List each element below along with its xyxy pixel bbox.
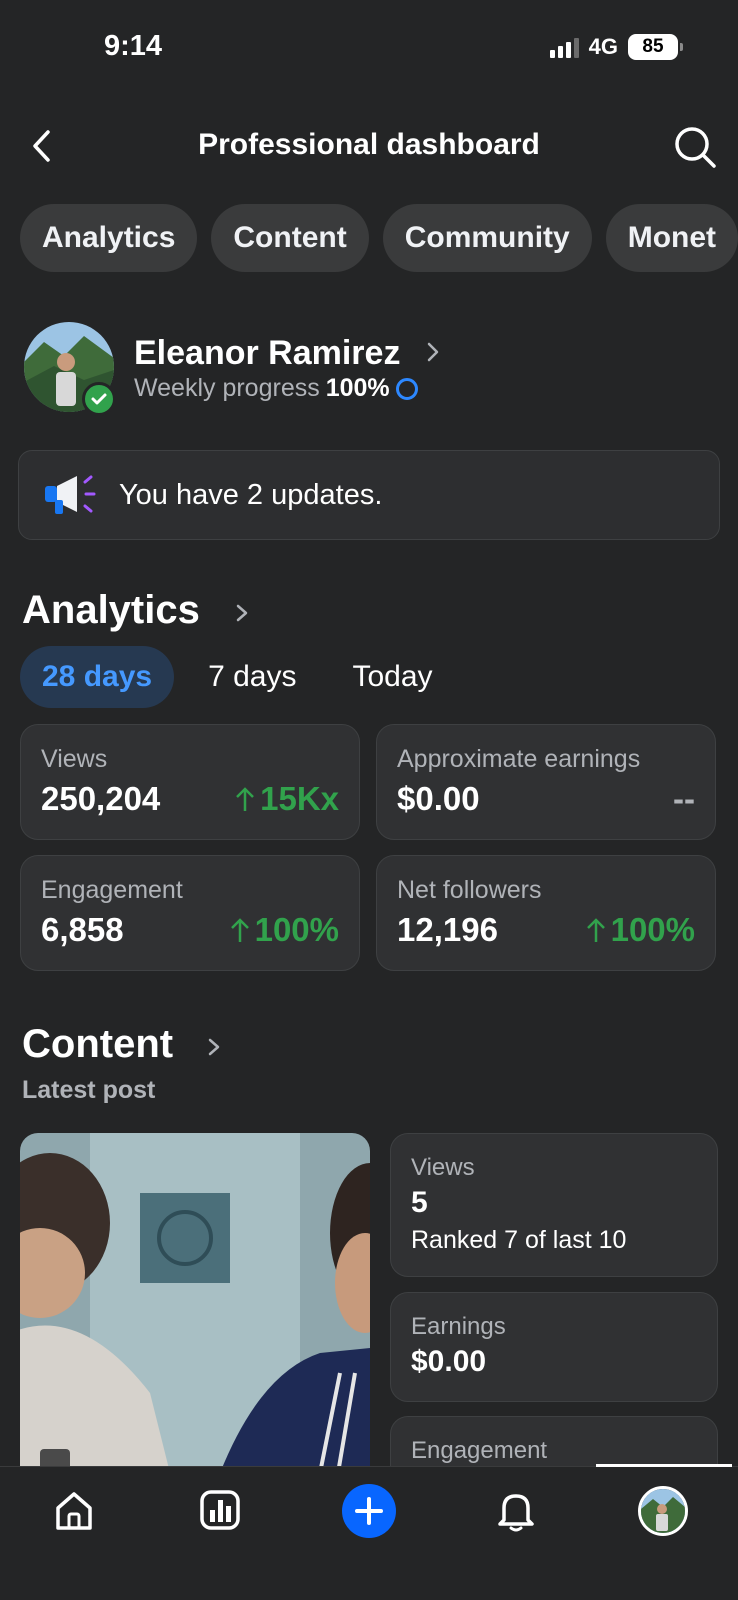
insights-icon[interactable] [196,1486,244,1534]
stat-delta: -- [673,780,695,818]
network-label: 4G [588,34,618,59]
stat-label: Net followers [397,876,542,904]
arrow-up-icon [236,787,254,811]
tab-monetization[interactable]: Monet [605,204,738,272]
range-28-days[interactable]: 28 days [20,646,175,708]
range-today[interactable]: Today [330,646,454,708]
stat-delta-value: 100% [254,911,339,948]
metric-label: Earnings [411,1313,506,1340]
chevron-right-icon[interactable] [206,1036,222,1058]
home-icon[interactable] [50,1486,98,1534]
metric-value: $0.00 [411,1345,487,1378]
stat-card-views[interactable]: Views 250,204 15Kx [20,724,360,840]
metric-label: Engagement [411,1437,548,1464]
stat-delta: 100% [229,911,339,949]
stat-card-net-followers[interactable]: Net followers 12,196 100% [376,855,716,971]
stat-value: 12,196 [397,911,498,948]
plus-icon [355,1497,383,1525]
stat-delta-value: 15Kx [260,780,339,817]
metric-label: Views [411,1154,475,1181]
chevron-right-icon[interactable] [234,602,250,624]
notifications-icon[interactable] [492,1486,540,1534]
stat-label: Engagement [41,876,183,904]
chevron-right-icon[interactable] [424,340,442,364]
active-tab-indicator [596,1464,732,1467]
megaphone-icon [45,475,96,514]
arrow-up-icon [230,918,249,942]
updates-banner[interactable]: You have 2 updates. [18,450,720,540]
signal-icon [549,36,579,58]
updates-text: You have 2 updates. [119,478,383,511]
post-earnings-card[interactable]: Earnings $0.00 [390,1292,718,1402]
weekly-progress-label: Weekly progress [134,374,320,402]
battery-icon: 85 [628,34,683,60]
progress-ring-icon [395,377,418,400]
metric-value: 5 [411,1186,428,1219]
stat-delta-value: 100% [610,911,695,948]
profile-avatar[interactable] [638,1486,688,1536]
status-time: 9:14 [104,30,163,62]
analytics-heading[interactable]: Analytics [22,588,200,633]
post-views-card[interactable]: Views 5 Ranked 7 of last 10 [390,1133,718,1277]
search-icon[interactable] [672,124,718,170]
dashboard-tabs: Analytics Content Community Monet [20,204,738,272]
weekly-progress-value: 100% [325,374,390,402]
profile-name[interactable]: Eleanor Ramirez [134,334,400,373]
latest-post-label: Latest post [22,1076,156,1104]
content-heading[interactable]: Content [22,1022,173,1067]
stat-delta-value: -- [673,780,695,817]
tab-community[interactable]: Community [382,204,592,272]
latest-post-thumbnail[interactable] [20,1133,370,1473]
arrow-up-icon [586,918,605,942]
stat-card-engagement[interactable]: Engagement 6,858 100% [20,855,360,971]
stat-label: Views [41,745,108,773]
stat-value: $0.00 [397,780,480,817]
stat-delta: 15Kx [234,780,339,818]
date-range-selector: 28 days 7 days Today [20,646,467,708]
tab-analytics[interactable]: Analytics [20,204,198,272]
verified-check-icon [82,382,116,416]
page-title: Professional dashboard [198,128,540,161]
stat-value: 250,204 [41,780,161,817]
tab-content[interactable]: Content [211,204,369,272]
stat-label: Approximate earnings [397,745,641,773]
status-indicators: 4G 85 [549,34,683,60]
stat-value: 6,858 [41,911,124,948]
stat-card-earnings[interactable]: Approximate earnings $0.00 -- [376,724,716,840]
create-button[interactable] [342,1484,396,1538]
weekly-progress: Weekly progress 100% [134,374,418,403]
range-7-days[interactable]: 7 days [186,646,318,708]
metric-rank: Ranked 7 of last 10 [411,1226,627,1254]
stat-delta: 100% [585,911,695,949]
